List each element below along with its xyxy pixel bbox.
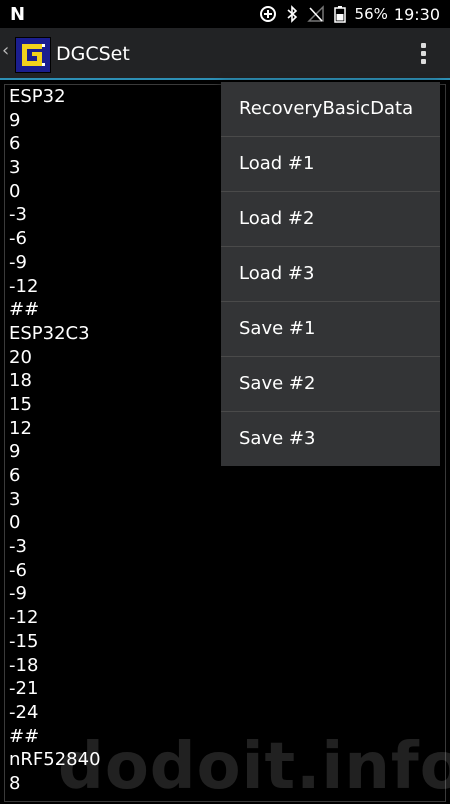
text-line: -6 bbox=[9, 559, 27, 581]
battery-percent: 56% bbox=[354, 5, 388, 23]
menu-item-load-2[interactable]: Load #2 bbox=[221, 192, 440, 247]
back-chevron-icon[interactable]: ‹ bbox=[2, 40, 9, 61]
overflow-popup-menu: RecoveryBasicData Load #1 Load #2 Load #3 Sa… bbox=[221, 82, 440, 466]
app-logo-icon[interactable] bbox=[15, 37, 51, 73]
menu-item-recoverybasicdata[interactable]: RecoveryBasicData bbox=[221, 82, 440, 137]
text-line: -21 bbox=[9, 678, 39, 700]
status-bar: N 56% 19:30 bbox=[0, 0, 450, 28]
text-line: -15 bbox=[9, 630, 39, 652]
text-line: 0 bbox=[9, 512, 21, 534]
text-line: -24 bbox=[9, 701, 39, 723]
menu-item-save-3[interactable]: Save #3 bbox=[221, 412, 440, 466]
clock-time: 19:30 bbox=[393, 4, 440, 24]
notification-n-icon: N bbox=[10, 4, 26, 25]
menu-item-save-1[interactable]: Save #1 bbox=[221, 302, 440, 357]
battery-icon bbox=[331, 5, 349, 23]
text-line: 3 bbox=[9, 488, 21, 510]
data-saver-icon bbox=[259, 5, 277, 23]
status-icons: 56% 19:30 bbox=[259, 0, 440, 28]
text-line: -12 bbox=[9, 607, 39, 629]
text-line: -3 bbox=[9, 536, 27, 558]
app-title: DGCSet bbox=[56, 43, 130, 65]
text-line: -18 bbox=[9, 654, 39, 676]
text-line: 6 bbox=[9, 465, 21, 486]
text-line: nRF52840 bbox=[9, 749, 101, 771]
text-line: 8 bbox=[9, 772, 21, 794]
overflow-menu-icon[interactable] bbox=[418, 43, 428, 67]
menu-item-save-2[interactable]: Save #2 bbox=[221, 357, 440, 412]
menu-item-load-1[interactable]: Load #1 bbox=[221, 137, 440, 192]
text-line: ## bbox=[9, 725, 40, 747]
text-line: -9 bbox=[9, 583, 27, 605]
menu-item-load-3[interactable]: Load #3 bbox=[221, 247, 440, 302]
no-signal-icon bbox=[306, 5, 325, 23]
bluetooth-icon bbox=[283, 5, 301, 23]
